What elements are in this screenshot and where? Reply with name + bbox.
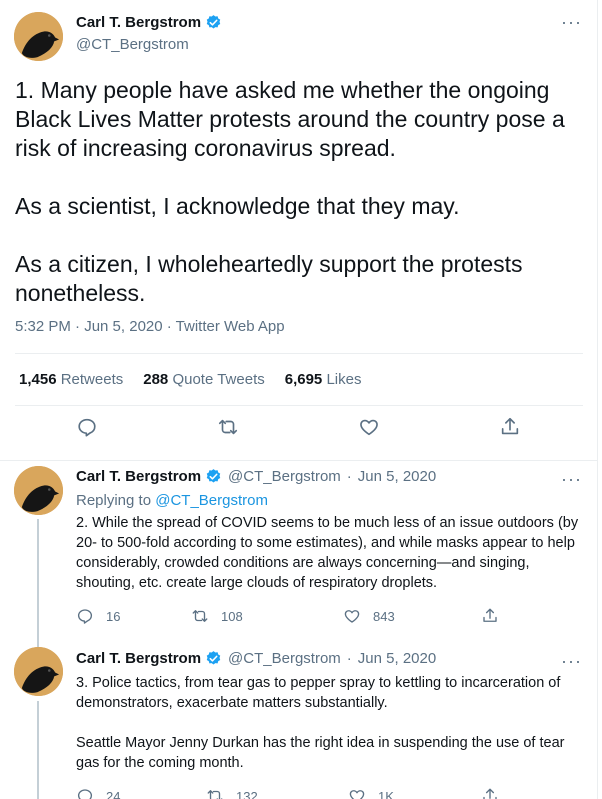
tweet-timestamp[interactable]: 5:32 PM · Jun 5, 2020 · Twitter Web App (15, 318, 285, 335)
reply-icon[interactable] (76, 416, 100, 440)
tweet-text: 2. While the spread of COVID seems to be… (76, 515, 579, 591)
tweet-text: 3. Police tactics, from tear gas to pepp… (76, 675, 565, 771)
reply-icon (77, 609, 93, 624)
share-button[interactable] (481, 787, 499, 799)
retweet-icon[interactable] (217, 416, 241, 440)
more-options-icon[interactable]: ··· (561, 652, 582, 670)
retweets-count: 1,456 (19, 371, 57, 388)
retweet-button[interactable]: 108 (191, 607, 243, 625)
separator-dot: · (346, 650, 352, 667)
verified-badge-icon (206, 651, 221, 665)
author-avatar[interactable] (14, 647, 63, 696)
quote-tweets-count: 288 (143, 371, 169, 388)
reply-icon (77, 789, 93, 799)
reply-button[interactable]: 16 (76, 607, 120, 625)
verified-badge-icon (206, 15, 221, 29)
likes-stat[interactable]: 6,695 Likes (285, 371, 362, 388)
likes-label: Likes (326, 371, 362, 388)
crow-avatar-image (14, 466, 63, 515)
reply-tweet[interactable]: Carl T. Bergstrom @CT_Bergstrom · Jun 5,… (0, 641, 598, 799)
crow-avatar-image (14, 12, 63, 61)
like-icon (349, 790, 365, 799)
author-handle[interactable]: @CT_Bergstrom (228, 650, 341, 667)
author-avatar[interactable] (14, 466, 63, 515)
like-icon (344, 610, 360, 623)
main-tweet: Carl T. Bergstrom @CT_Bergstrom ··· 1. M… (0, 0, 598, 460)
author-name[interactable]: Carl T. Bergstrom (76, 14, 222, 31)
quote-tweets-stat[interactable]: 288 Quote Tweets (143, 371, 264, 388)
share-icon (483, 608, 497, 622)
reply-header: Carl T. Bergstrom @CT_Bergstrom · Jun 5,… (76, 650, 436, 667)
author-avatar[interactable] (14, 12, 63, 61)
crow-avatar-image (14, 647, 63, 696)
divider (15, 353, 583, 354)
retweets-stat[interactable]: 1,456 Retweets (19, 371, 123, 388)
share-icon[interactable] (499, 416, 523, 440)
reply-count: 16 (106, 608, 121, 624)
separator-dot: · (346, 468, 352, 485)
retweet-icon (207, 790, 223, 799)
replying-to-label: Replying to (76, 492, 152, 509)
reply-header: Carl T. Bergstrom @CT_Bergstrom · Jun 5,… (76, 468, 436, 485)
reply-tweet[interactable]: Carl T. Bergstrom @CT_Bergstrom · Jun 5,… (0, 461, 598, 647)
retweet-count: 108 (221, 608, 243, 624)
tweet-stats: 1,456 Retweets 288 Quote Tweets 6,695 Li… (19, 371, 361, 388)
divider (15, 405, 583, 406)
author-name[interactable]: Carl T. Bergstrom (76, 468, 201, 485)
more-options-icon[interactable]: ··· (561, 13, 582, 31)
author-name-text[interactable]: Carl T. Bergstrom (76, 14, 201, 31)
more-options-icon[interactable]: ··· (561, 470, 582, 488)
replying-to: Replying to @CT_Bergstrom (76, 492, 268, 509)
reply-actions: 24 132 1K (76, 787, 546, 799)
author-name[interactable]: Carl T. Bergstrom (76, 650, 201, 667)
share-icon (483, 788, 497, 799)
retweet-count: 132 (236, 788, 258, 799)
like-count: 843 (373, 608, 395, 624)
replying-to-link[interactable]: @CT_Bergstrom (155, 492, 268, 509)
reply-count: 24 (106, 788, 121, 799)
author-handle[interactable]: @CT_Bergstrom (228, 468, 341, 485)
reply-button[interactable]: 24 (76, 787, 120, 799)
like-icon[interactable] (358, 416, 382, 440)
quote-tweets-label: Quote Tweets (172, 371, 265, 388)
retweet-icon (192, 610, 208, 622)
retweets-label: Retweets (60, 371, 124, 388)
tweet-date[interactable]: Jun 5, 2020 (358, 468, 436, 485)
likes-count: 6,695 (284, 371, 323, 388)
verified-badge-icon (206, 469, 221, 483)
thread-line (37, 701, 39, 799)
tweet-actions (0, 416, 598, 444)
like-count: 1K (378, 788, 394, 799)
like-button[interactable]: 1K (348, 787, 394, 799)
share-button[interactable] (481, 607, 499, 625)
like-button[interactable]: 843 (343, 607, 395, 625)
tweet-text: 1. Many people have asked me whether the… (15, 77, 565, 306)
retweet-button[interactable]: 132 (206, 787, 258, 799)
tweet-date[interactable]: Jun 5, 2020 (358, 650, 436, 667)
author-handle[interactable]: @CT_Bergstrom (76, 36, 189, 53)
thread-line (37, 519, 39, 647)
reply-actions: 16 108 843 (76, 607, 546, 627)
